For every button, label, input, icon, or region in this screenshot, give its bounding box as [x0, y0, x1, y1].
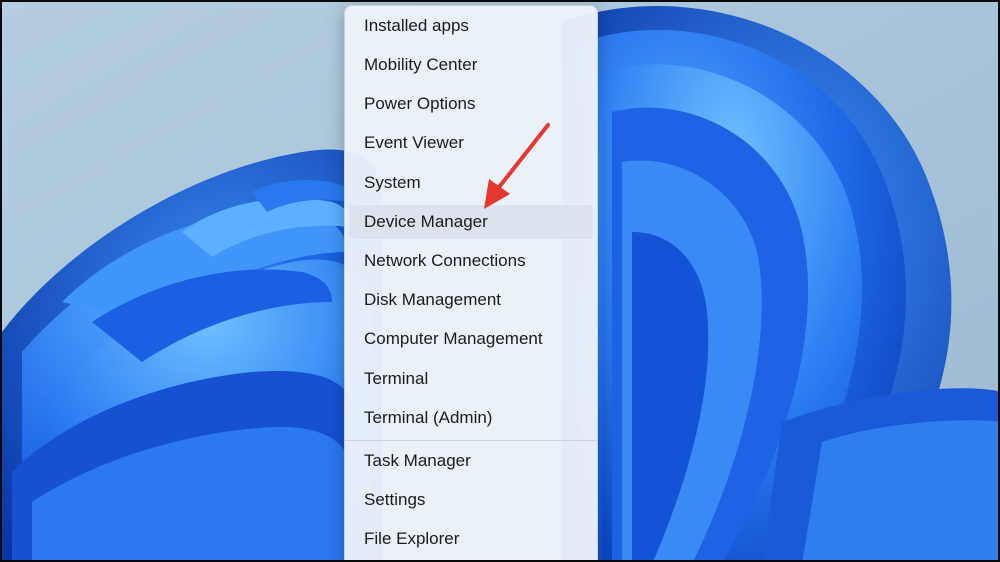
menu-item-label: Computer Management [364, 329, 543, 348]
menu-item-task-manager[interactable]: Task Manager [349, 444, 593, 478]
menu-separator [345, 440, 597, 441]
menu-item-mobility-center[interactable]: Mobility Center [349, 48, 593, 82]
menu-item-label: Settings [364, 490, 426, 509]
menu-item-network-connections[interactable]: Network Connections [349, 244, 593, 278]
menu-item-power-options[interactable]: Power Options [349, 87, 593, 121]
menu-item-event-viewer[interactable]: Event Viewer [349, 126, 593, 160]
menu-item-label: Terminal [364, 369, 429, 388]
menu-item-system[interactable]: System [349, 166, 593, 200]
menu-item-label: Task Manager [364, 451, 471, 470]
menu-item-terminal-admin[interactable]: Terminal (Admin) [349, 401, 593, 435]
menu-item-label: System [364, 173, 421, 192]
menu-item-label: Disk Management [364, 290, 502, 309]
menu-item-computer-management[interactable]: Computer Management [349, 322, 593, 356]
menu-item-label: Network Connections [364, 251, 526, 270]
menu-item-label: Device Manager [364, 212, 488, 231]
menu-item-label: Event Viewer [364, 133, 464, 152]
menu-item-label: Terminal (Admin) [364, 408, 493, 427]
menu-item-label: File Explorer [364, 529, 460, 548]
menu-item-disk-management[interactable]: Disk Management [349, 283, 593, 317]
menu-item-settings[interactable]: Settings [349, 483, 593, 517]
desktop-screen: Installed apps Mobility Center Power Opt… [0, 0, 1000, 562]
menu-item-label: Mobility Center [364, 55, 478, 74]
menu-item-label: Installed apps [364, 16, 469, 35]
menu-item-installed-apps[interactable]: Installed apps [349, 9, 593, 43]
menu-item-file-explorer[interactable]: File Explorer [349, 522, 593, 556]
menu-item-device-manager[interactable]: Device Manager [349, 205, 593, 239]
menu-item-label: Power Options [364, 94, 476, 113]
winx-context-menu: Installed apps Mobility Center Power Opt… [344, 5, 598, 560]
menu-item-terminal[interactable]: Terminal [349, 362, 593, 396]
